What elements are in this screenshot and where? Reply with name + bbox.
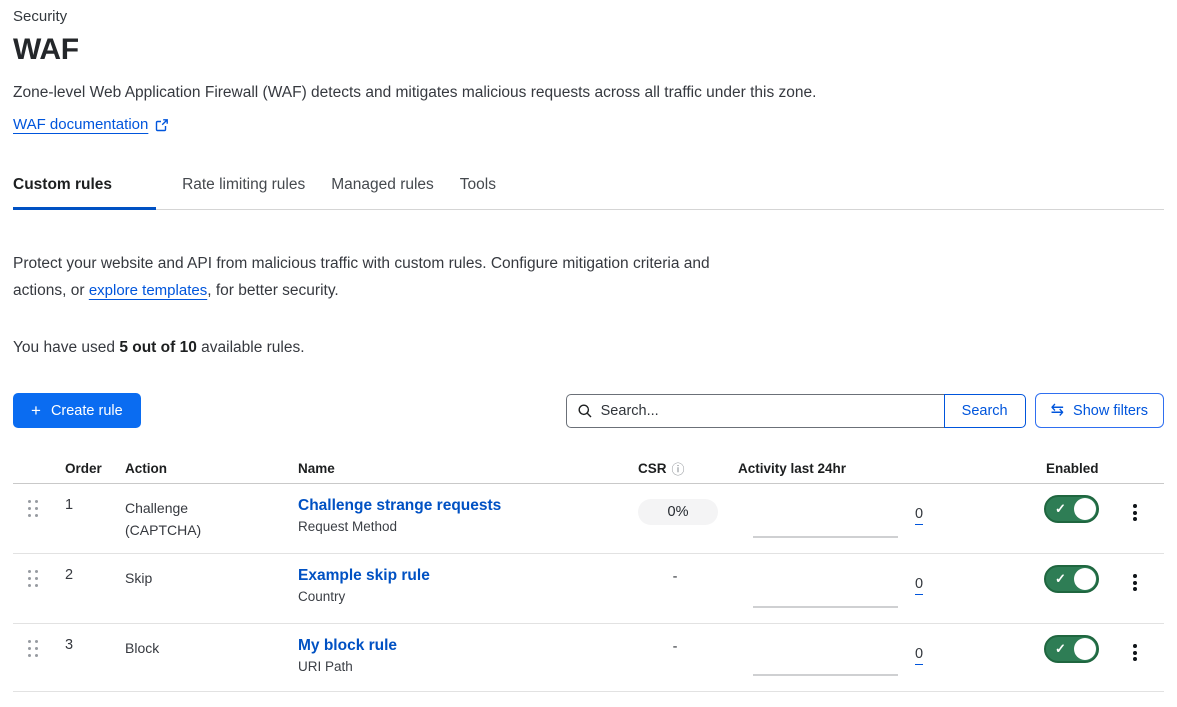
rule-csr: - (625, 624, 725, 691)
rule-enabled-cell: ✓ (1033, 484, 1115, 553)
enabled-toggle[interactable]: ✓ (1044, 565, 1099, 593)
info-icon[interactable]: ⓘ (672, 459, 685, 478)
rule-activity: 0 (725, 624, 1033, 691)
rule-field: URI Path (298, 659, 625, 674)
activity-count-link[interactable]: 0 (915, 506, 923, 525)
tab-managed-rules[interactable]: Managed rules (331, 170, 434, 210)
tab-bar: Custom rules Rate limiting rules Managed… (13, 170, 1164, 210)
check-icon: ✓ (1055, 641, 1066, 657)
tab-rate-limiting-rules[interactable]: Rate limiting rules (182, 170, 305, 210)
rule-name-link[interactable]: My block rule (298, 637, 397, 654)
header-activity: Activity last 24hr (725, 461, 1033, 476)
rule-field: Country (298, 589, 625, 604)
search-group: Search (566, 394, 1026, 428)
table-row: 3 Block My block rule URI Path - 0 ✓ (13, 624, 1164, 692)
tab-custom-rules[interactable]: Custom rules (13, 170, 156, 210)
search-box[interactable] (566, 394, 944, 428)
show-filters-button[interactable]: ⇆ Show filters (1035, 393, 1164, 428)
intro-text-after: , for better security. (207, 282, 339, 299)
drag-handle[interactable] (13, 484, 52, 553)
rule-csr: - (625, 554, 725, 623)
swap-arrows-icon: ⇆ (1051, 403, 1064, 419)
rule-menu-cell (1115, 624, 1164, 691)
enabled-toggle[interactable]: ✓ (1044, 495, 1099, 523)
csr-badge: 0% (638, 499, 718, 525)
table-row: 2 Skip Example skip rule Country - 0 ✓ (13, 554, 1164, 624)
header-action: Action (112, 461, 285, 476)
rule-order: 1 (52, 484, 112, 553)
toggle-knob (1074, 498, 1096, 520)
activity-sparkline (753, 674, 898, 676)
rule-csr: 0% (625, 484, 725, 553)
header-csr-label: CSR (638, 461, 667, 476)
plus-icon: + (31, 402, 41, 419)
header-csr: CSR ⓘ (625, 459, 725, 478)
activity-sparkline (753, 606, 898, 608)
toggle-knob (1074, 568, 1096, 590)
header-enabled: Enabled (1033, 461, 1115, 476)
table-header-row: Order Action Name CSR ⓘ Activity last 24… (13, 454, 1164, 484)
tab-tools[interactable]: Tools (460, 170, 496, 210)
search-input[interactable] (601, 403, 934, 419)
toolbar: + Create rule Search ⇆ Show filters (13, 393, 1164, 428)
intro-paragraph: Protect your website and API from malici… (13, 250, 758, 304)
rule-field: Request Method (298, 519, 625, 534)
kebab-menu-icon[interactable] (1129, 574, 1141, 591)
check-icon: ✓ (1055, 501, 1066, 517)
explore-templates-link[interactable]: explore templates (89, 282, 207, 299)
doc-link-row: WAF documentation (13, 116, 1164, 133)
page-title: WAF (13, 33, 1164, 67)
search-button[interactable]: Search (944, 394, 1026, 428)
rule-name-cell: My block rule URI Path (285, 624, 625, 691)
check-icon: ✓ (1055, 571, 1066, 587)
usage-line: You have used 5 out of 10 available rule… (13, 339, 1164, 357)
external-link-icon (155, 118, 169, 132)
page-description: Zone-level Web Application Firewall (WAF… (13, 84, 1164, 102)
rule-name-cell: Challenge strange requests Request Metho… (285, 484, 625, 553)
rule-action: Skip (112, 554, 285, 623)
usage-after: available rules. (197, 339, 305, 356)
enabled-toggle[interactable]: ✓ (1044, 635, 1099, 663)
table-row: 1 Challenge (CAPTCHA) Challenge strange … (13, 484, 1164, 554)
activity-count-link[interactable]: 0 (915, 646, 923, 665)
rule-action: Challenge (CAPTCHA) (112, 484, 285, 553)
toggle-knob (1074, 638, 1096, 660)
waf-page: Security WAF Zone-level Web Application … (0, 0, 1177, 692)
activity-sparkline (753, 536, 898, 538)
rule-activity: 0 (725, 484, 1033, 553)
breadcrumb[interactable]: Security (13, 8, 1164, 25)
create-rule-label: Create rule (51, 403, 123, 419)
waf-documentation-link[interactable]: WAF documentation (13, 116, 148, 133)
rule-enabled-cell: ✓ (1033, 554, 1115, 623)
usage-before: You have used (13, 339, 119, 356)
rule-menu-cell (1115, 554, 1164, 623)
rule-name-link[interactable]: Example skip rule (298, 567, 430, 584)
drag-handle[interactable] (13, 554, 52, 623)
rules-table: Order Action Name CSR ⓘ Activity last 24… (13, 454, 1164, 692)
rule-action: Block (112, 624, 285, 691)
usage-count: 5 out of 10 (119, 339, 197, 356)
drag-handle[interactable] (13, 624, 52, 691)
rule-menu-cell (1115, 484, 1164, 553)
header-name: Name (285, 461, 625, 476)
activity-count-link[interactable]: 0 (915, 576, 923, 595)
header-order: Order (52, 461, 112, 476)
rule-name-cell: Example skip rule Country (285, 554, 625, 623)
kebab-menu-icon[interactable] (1129, 644, 1141, 661)
rule-enabled-cell: ✓ (1033, 624, 1115, 691)
show-filters-label: Show filters (1073, 403, 1148, 419)
rule-order: 2 (52, 554, 112, 623)
kebab-menu-icon[interactable] (1129, 504, 1141, 521)
rule-activity: 0 (725, 554, 1033, 623)
rule-order: 3 (52, 624, 112, 691)
rule-name-link[interactable]: Challenge strange requests (298, 497, 501, 514)
search-icon (577, 403, 593, 419)
create-rule-button[interactable]: + Create rule (13, 393, 141, 428)
